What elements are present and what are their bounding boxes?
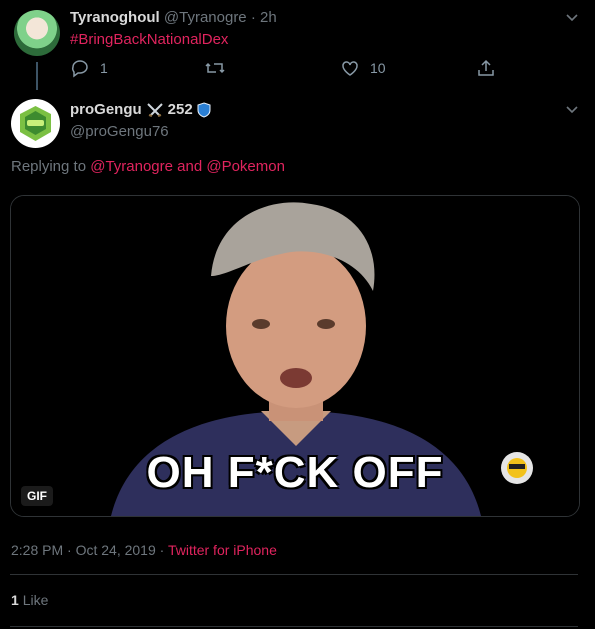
timestamp[interactable]: 2:28 PM · Oct 24, 2019 · — [11, 542, 168, 558]
likes-summary[interactable]: 1 Like — [11, 592, 48, 608]
heart-icon — [342, 61, 358, 76]
name-badge-number: 252 — [167, 101, 193, 118]
likes-count: 1 — [11, 592, 19, 608]
replying-and: and — [172, 158, 207, 175]
display-name[interactable]: Tyranoghoul — [70, 9, 160, 26]
share-icon — [478, 59, 494, 76]
mention-link[interactable]: @Tyranogre — [90, 158, 173, 175]
handle[interactable]: @proGengu76 — [70, 123, 169, 140]
reply-button[interactable]: 1 — [70, 58, 108, 78]
separator: · — [250, 9, 256, 26]
like-count: 10 — [370, 60, 386, 76]
thread-line — [36, 62, 38, 90]
tweet-meta: 2:28 PM · Oct 24, 2019 · Twitter for iPh… — [11, 542, 277, 558]
replying-prefix: Replying to — [11, 158, 91, 175]
source-link[interactable]: Twitter for iPhone — [168, 542, 277, 558]
display-name[interactable]: proGengu — [70, 101, 142, 118]
mention-link[interactable]: @Pokemon — [206, 158, 285, 175]
tweet-time[interactable]: 2h — [260, 9, 277, 26]
like-button[interactable]: 10 — [340, 58, 386, 78]
gif-badge: GIF — [21, 486, 53, 506]
replying-to: Replying to @Tyranogre and @Pokemon — [11, 158, 285, 175]
divider — [10, 574, 578, 575]
gif-media[interactable]: OH F*CK OFF GIF — [10, 195, 580, 517]
avatar[interactable] — [11, 99, 60, 148]
likes-label: Like — [22, 592, 49, 608]
chevron-down-icon[interactable] — [565, 103, 579, 117]
shield-icon — [197, 101, 211, 118]
reply-icon — [72, 60, 88, 78]
divider — [10, 626, 578, 627]
reply-count: 1 — [100, 60, 108, 76]
gengu-logo-icon — [20, 106, 51, 141]
hashtag-link[interactable]: #BringBackNationalDex — [70, 31, 228, 48]
retweet-button[interactable] — [204, 58, 226, 78]
handle[interactable]: @Tyranogre — [164, 9, 247, 26]
share-button[interactable] — [476, 58, 496, 78]
gif-caption: OH F*CK OFF — [146, 448, 444, 497]
retweet-icon — [205, 62, 225, 74]
crossed-swords-icon — [146, 102, 163, 117]
avatar[interactable] — [14, 10, 60, 56]
chevron-down-icon[interactable] — [565, 11, 579, 25]
